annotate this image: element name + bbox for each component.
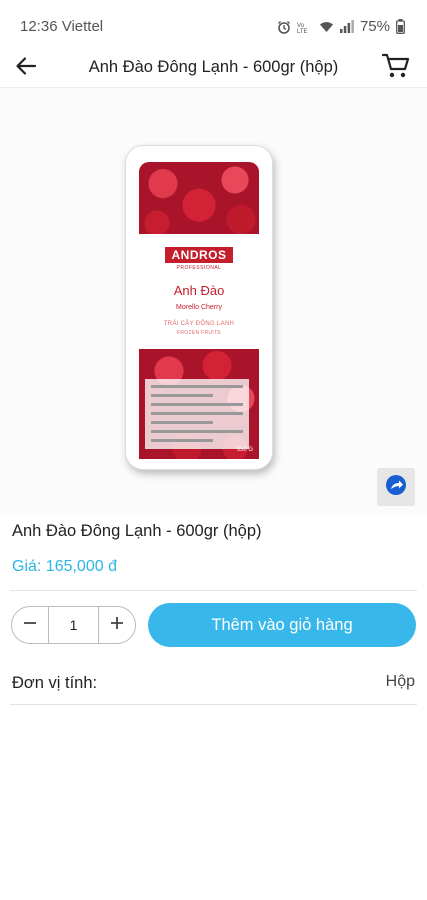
- nutrition-panel: [145, 379, 249, 449]
- minus-icon: [22, 615, 38, 636]
- divider: [10, 704, 417, 705]
- divider: [10, 590, 417, 591]
- app-bar: Anh Đào Đông Lạnh - 600gr (hộp): [0, 48, 427, 88]
- brand-logo: ANDROS: [165, 247, 233, 263]
- product-title: Anh Đào Đông Lạnh - 600gr (hộp): [12, 522, 262, 540]
- unit-label: Đơn vị tính:: [12, 674, 98, 692]
- package-variety: Morello Cherry: [176, 304, 222, 311]
- volte-icon: Vo LTE: [297, 21, 313, 33]
- status-carrier: Viettel: [61, 18, 104, 35]
- svg-text:LTE: LTE: [297, 29, 308, 33]
- battery-icon: [396, 19, 405, 34]
- arrow-left-icon: [15, 55, 37, 82]
- product-image: ANDROS PROFESSIONAL Anh Đào Morello Cher…: [125, 145, 273, 470]
- increase-button[interactable]: [99, 607, 135, 643]
- share-button[interactable]: [377, 468, 415, 506]
- status-time: 12:36: [20, 18, 58, 35]
- decrease-button[interactable]: [12, 607, 48, 643]
- cherries-top-image: [139, 162, 259, 234]
- quantity-input[interactable]: 1: [49, 617, 98, 633]
- cherries-bottom-image: 550 G: [139, 349, 259, 459]
- brand-sub: PROFESSIONAL: [176, 265, 222, 271]
- page-title: Anh Đào Đông Lạnh - 600gr (hộp): [88, 58, 339, 76]
- status-bar: 12:36 Viettel Vo LTE 75%: [0, 0, 427, 50]
- plus-icon: [109, 615, 125, 636]
- unit-value: Hộp: [385, 673, 415, 690]
- product-price: Giá: 165,000 đ: [12, 558, 117, 575]
- cart-button[interactable]: [379, 51, 413, 85]
- battery-percent: 75%: [359, 18, 390, 35]
- quantity-stepper: 1: [11, 606, 136, 644]
- package-product-name: Anh Đào: [173, 283, 225, 298]
- cart-icon: [381, 53, 410, 84]
- add-to-cart-button[interactable]: Thêm vào giỏ hàng: [148, 603, 416, 647]
- signal-icon: [339, 20, 354, 33]
- product-image-area: ANDROS PROFESSIONAL Anh Đào Morello Cher…: [0, 88, 427, 513]
- status-right: Vo LTE 75%: [277, 18, 405, 35]
- share-icon: [384, 473, 408, 502]
- package-line-vn: TRÁI CÂY ĐÔNG LẠNH: [163, 321, 235, 327]
- alarm-icon: [277, 20, 291, 34]
- status-left: 12:36 Viettel: [20, 18, 103, 35]
- package-label: ANDROS PROFESSIONAL Anh Đào Morello Cher…: [139, 234, 259, 349]
- back-button[interactable]: [12, 54, 40, 82]
- package-line-en: FROZEN FRUITS: [177, 330, 221, 336]
- package-weight: 550 G: [236, 447, 253, 453]
- wifi-icon: [319, 20, 334, 33]
